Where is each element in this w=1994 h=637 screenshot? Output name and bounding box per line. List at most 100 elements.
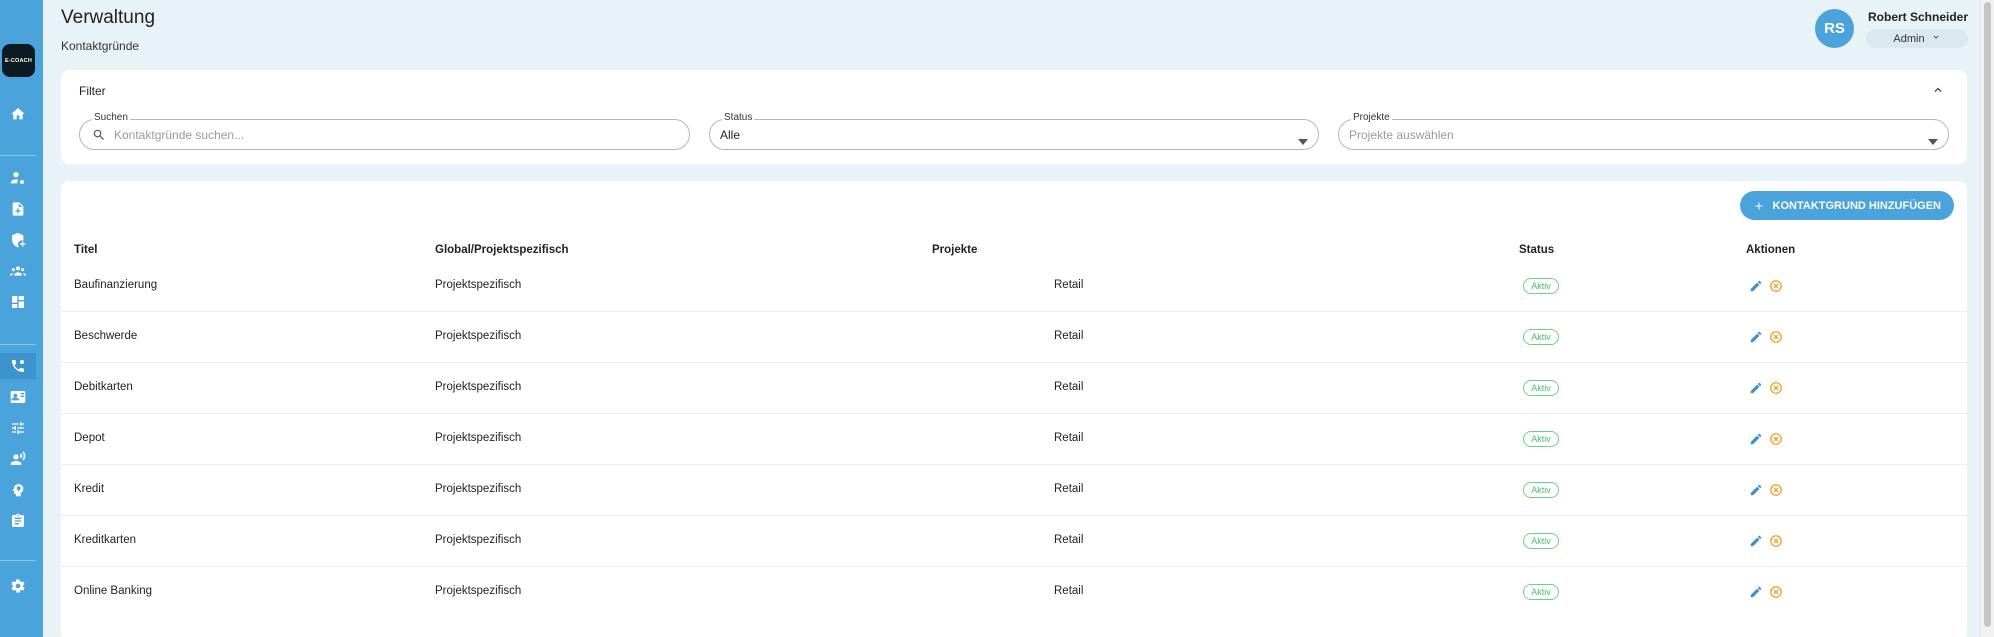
add-contact-reason-button[interactable]: KONTAKTGRUND HINZUFÜGEN <box>1739 191 1954 220</box>
status-value: Alle <box>720 128 741 142</box>
status-badge: Aktiv <box>1523 533 1559 549</box>
dashboard-icon[interactable] <box>0 289 36 315</box>
head-idea-icon[interactable] <box>0 477 36 503</box>
page-title: Verwaltung <box>61 7 156 28</box>
cell-projects: Retail <box>1054 483 1084 495</box>
delete-circle-icon[interactable] <box>1769 534 1783 548</box>
table-row[interactable]: Baufinanzierung Projektspezifisch Retail Ak… <box>61 261 1967 312</box>
cell-title: Baufinanzierung <box>74 279 158 291</box>
filter-card: Filter Suchen Kontaktgründe suchen... St… <box>61 70 1967 164</box>
projects-label: Projekte <box>1351 112 1392 123</box>
dropdown-arrow-icon <box>1298 132 1308 145</box>
delete-circle-icon[interactable] <box>1769 279 1783 293</box>
table-row[interactable]: Kredit Projektspezifisch Retail Aktiv <box>61 465 1967 516</box>
scrollbar-thumb[interactable] <box>1984 2 1991 627</box>
person-settings-icon[interactable] <box>0 165 36 191</box>
cell-projects: Retail <box>1054 534 1084 546</box>
edit-icon[interactable] <box>1749 534 1763 548</box>
cell-projects: Retail <box>1054 432 1084 444</box>
edit-icon[interactable] <box>1749 330 1763 344</box>
contact-card-icon[interactable] <box>0 384 36 410</box>
dropdown-arrow-icon <box>1928 132 1938 145</box>
status-label: Status <box>722 112 755 123</box>
clipboard-icon[interactable] <box>0 508 36 534</box>
cell-projects: Retail <box>1054 279 1084 291</box>
cell-title: Beschwerde <box>74 330 138 342</box>
table-row[interactable]: Depot Projektspezifisch Retail Aktiv <box>61 414 1967 465</box>
table-row[interactable]: Kreditkarten Projektspezifisch Retail Aktiv <box>61 516 1967 567</box>
cell-title: Depot <box>74 432 105 444</box>
edit-icon[interactable] <box>1749 381 1763 395</box>
sidebar-divider <box>0 155 36 156</box>
filter-title: Filter <box>79 84 106 98</box>
app-logo[interactable]: E-COACH <box>2 44 35 77</box>
shield-add-icon[interactable] <box>0 227 36 253</box>
page-subtitle: Kontaktgründe <box>61 39 140 53</box>
cell-scope: Projektspezifisch <box>435 483 522 495</box>
cell-scope: Projektspezifisch <box>435 534 522 546</box>
document-add-icon[interactable] <box>0 196 36 222</box>
sidebar: E-COACH <box>0 0 43 637</box>
cell-scope: Projektspezifisch <box>435 585 522 597</box>
column-header-actions: Aktionen <box>1746 244 1796 256</box>
sidebar-divider <box>0 344 36 345</box>
table-row[interactable]: Online Banking Projektspezifisch Retail Akt… <box>61 567 1967 618</box>
status-badge: Aktiv <box>1523 278 1559 294</box>
column-header-scope[interactable]: Global/Projektspezifisch <box>435 244 569 256</box>
cell-title: Online Banking <box>74 585 152 597</box>
phone-settings-icon[interactable] <box>0 353 36 379</box>
cell-scope: Projektspezifisch <box>435 330 522 342</box>
add-button-label: KONTAKTGRUND HINZUFÜGEN <box>1772 199 1941 212</box>
edit-icon[interactable] <box>1749 432 1763 446</box>
delete-circle-icon[interactable] <box>1769 432 1783 446</box>
gear-icon[interactable] <box>0 573 36 599</box>
column-header-projects[interactable]: Projekte <box>932 244 977 256</box>
column-header-status[interactable]: Status <box>1519 244 1554 256</box>
status-badge: Aktiv <box>1523 329 1559 345</box>
search-icon <box>92 128 106 142</box>
role-dropdown[interactable]: Admin <box>1866 29 1968 48</box>
group-icon[interactable] <box>0 258 36 284</box>
plus-icon <box>1755 202 1763 209</box>
home-icon[interactable] <box>0 101 36 127</box>
cell-scope: Projektspezifisch <box>435 432 522 444</box>
delete-circle-icon[interactable] <box>1769 330 1783 344</box>
edit-icon[interactable] <box>1749 585 1763 599</box>
status-badge: Aktiv <box>1523 482 1559 498</box>
edit-icon[interactable] <box>1749 279 1763 293</box>
status-select[interactable]: Status Alle <box>709 112 1319 150</box>
edit-icon[interactable] <box>1749 483 1763 497</box>
cell-projects: Retail <box>1054 585 1084 597</box>
chevron-down-icon <box>1931 32 1941 45</box>
search-input[interactable]: Kontaktgründe suchen... <box>114 128 244 142</box>
cell-projects: Retail <box>1054 330 1084 342</box>
table-row[interactable]: Debitkarten Projektspezifisch Retail Aktiv <box>61 363 1967 414</box>
chevron-up-icon[interactable] <box>1931 83 1945 97</box>
role-label: Admin <box>1893 32 1925 45</box>
sliders-icon[interactable] <box>0 415 36 441</box>
table-card: KONTAKTGRUND HINZUFÜGEN Titel Global/Pro… <box>61 181 1967 637</box>
table-row[interactable]: Beschwerde Projektspezifisch Retail Aktiv <box>61 312 1967 363</box>
status-badge: Aktiv <box>1523 380 1559 396</box>
cell-scope: Projektspezifisch <box>435 279 522 291</box>
search-label: Suchen <box>92 112 130 123</box>
delete-circle-icon[interactable] <box>1769 483 1783 497</box>
cell-title: Debitkarten <box>74 381 133 393</box>
speaker-person-icon[interactable] <box>0 446 36 472</box>
status-badge: Aktiv <box>1523 584 1559 600</box>
status-badge: Aktiv <box>1523 431 1559 447</box>
delete-circle-icon[interactable] <box>1769 585 1783 599</box>
projects-placeholder: Projekte auswählen <box>1349 128 1454 142</box>
cell-title: Kreditkarten <box>74 534 137 546</box>
user-name: Robert Schneider <box>1868 10 1969 24</box>
column-header-title[interactable]: Titel <box>74 244 97 256</box>
cell-projects: Retail <box>1054 381 1084 393</box>
cell-title: Kredit <box>74 483 105 495</box>
delete-circle-icon[interactable] <box>1769 381 1783 395</box>
search-field[interactable]: Suchen Kontaktgründe suchen... <box>79 112 690 150</box>
sidebar-divider <box>0 560 36 561</box>
scrollbar[interactable] <box>1980 0 1994 637</box>
avatar[interactable]: RS <box>1815 9 1854 48</box>
projects-select[interactable]: Projekte Projekte auswählen <box>1338 112 1949 150</box>
cell-scope: Projektspezifisch <box>435 381 522 393</box>
